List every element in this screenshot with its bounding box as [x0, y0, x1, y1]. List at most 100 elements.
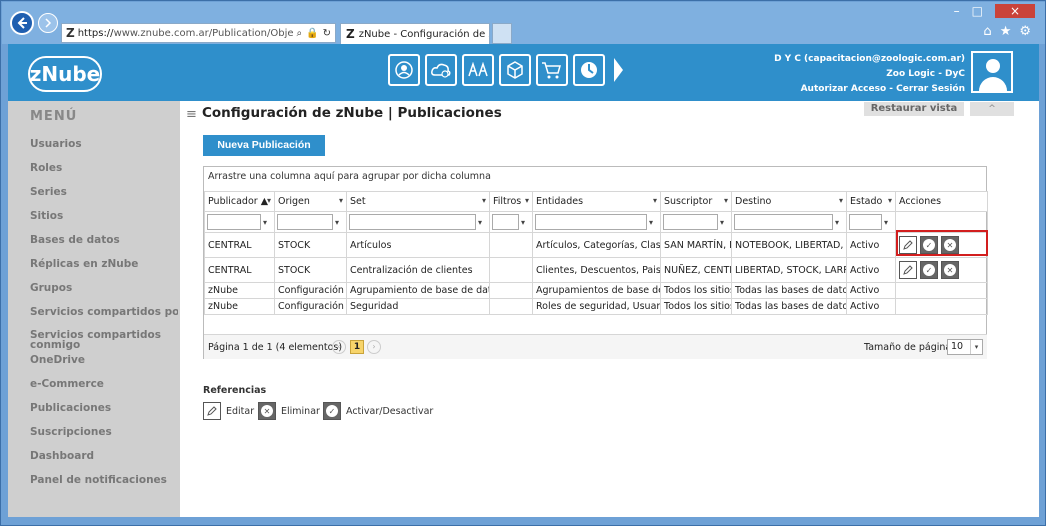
column-header-set[interactable]: Set ▾ [346, 191, 490, 212]
cart-module-icon[interactable] [536, 54, 568, 86]
legend-toggle: ✓ Activar/Desactivar [323, 402, 433, 420]
cloud-settings-module-icon[interactable] [425, 54, 457, 86]
filter-icon[interactable]: ▾ [525, 196, 529, 205]
table-row[interactable]: zNube Configuración Seguridad Roles de s… [204, 298, 988, 315]
new-tab-button[interactable] [492, 23, 512, 44]
page-size-label: Tamaño de página: [864, 342, 955, 353]
refresh-icon[interactable]: ↻ [323, 28, 331, 39]
filter-input-estado[interactable] [849, 214, 882, 230]
filter-icon[interactable]: ▾ [335, 218, 339, 227]
sidebar-item-bases-de-datos[interactable]: Bases de datos [30, 234, 178, 246]
sidebar-item-panel-notificaciones[interactable]: Panel de notificaciones [30, 474, 178, 486]
home-icon[interactable]: ⌂ [983, 24, 991, 39]
sidebar-item-servicios-compartidos-por-mi[interactable]: Servicios compartidos por mi [30, 306, 178, 318]
star-icon[interactable]: ★ [1000, 24, 1012, 39]
legend-edit-label: Editar [226, 405, 255, 417]
prev-page-button[interactable]: ‹ [332, 340, 346, 354]
user-links[interactable]: Autorizar Acceso - Cerrar Sesión [774, 82, 965, 97]
cell-origen: Configuración [274, 282, 347, 299]
modules-next-icon[interactable] [614, 58, 623, 82]
page-size-select[interactable]: 10 ▾ [947, 339, 983, 355]
toggle-active-button[interactable]: ✓ [920, 261, 938, 279]
filter-icon[interactable]: ▾ [720, 218, 724, 227]
table-row[interactable]: CENTRAL STOCK Artículos Artículos, Categ… [204, 232, 988, 258]
app-viewport: zNube D Y C (capacitacion@zoologic.com.a… [8, 44, 1039, 517]
column-header-publicador[interactable]: Publicador ▲ ▾ [204, 191, 275, 212]
minimize-button[interactable]: – [954, 4, 960, 18]
filter-icon[interactable]: ▾ [839, 196, 843, 205]
edit-button[interactable] [899, 261, 917, 279]
column-header-filtros[interactable]: Filtros ▾ [489, 191, 533, 212]
column-header-origen[interactable]: Origen ▾ [274, 191, 347, 212]
filter-input-suscriptor[interactable] [663, 214, 718, 230]
cell-suscriptor: Todos los sitios [660, 298, 732, 315]
sidebar-item-publicaciones[interactable]: Publicaciones [30, 402, 178, 414]
avatar[interactable] [971, 51, 1013, 93]
filter-icon[interactable]: ▾ [482, 196, 486, 205]
clock-module-icon[interactable] [573, 54, 605, 86]
filter-input-filtros[interactable] [492, 214, 519, 230]
main-content: ≡ Configuración de zNube | Publicaciones… [180, 101, 1039, 517]
filter-icon[interactable]: ▾ [339, 196, 343, 205]
cube-module-icon[interactable] [499, 54, 531, 86]
filter-icon[interactable]: ▾ [888, 196, 892, 205]
sidebar-item-usuarios[interactable]: Usuarios [30, 138, 178, 150]
filter-icon[interactable]: ▾ [835, 218, 839, 227]
filter-icon[interactable]: ▾ [267, 196, 271, 205]
sidebar-item-sitios[interactable]: Sitios [30, 210, 178, 222]
legend-toggle-label: Activar/Desactivar [346, 405, 434, 417]
filter-input-publicador[interactable] [207, 214, 261, 230]
collapse-header-button[interactable]: ^ [970, 102, 1014, 116]
lock-icon: 🔒 [306, 27, 319, 39]
close-window-button[interactable]: × [995, 4, 1035, 18]
column-header-destino[interactable]: Destino ▾ [731, 191, 847, 212]
sidebar-item-servicios-compartidos-conmigo[interactable]: Servicios compartidos conmigo [30, 330, 178, 350]
filter-icon[interactable]: ▾ [478, 218, 482, 227]
font-module-icon[interactable] [462, 54, 494, 86]
sidebar-item-suscripciones[interactable]: Suscripciones [30, 426, 178, 438]
chevron-down-icon[interactable]: ▾ [970, 340, 982, 354]
filter-input-set[interactable] [349, 214, 476, 230]
hamburger-menu-icon[interactable]: ≡ [186, 107, 197, 122]
cell-origen: STOCK [274, 257, 347, 283]
next-page-button[interactable]: › [367, 340, 381, 354]
gear-icon[interactable]: ⚙ [1019, 24, 1031, 39]
column-header-estado[interactable]: Estado ▾ [846, 191, 896, 212]
cell-suscriptor: NUÑEZ, CENTRA [660, 257, 732, 283]
filter-icon[interactable]: ▾ [653, 196, 657, 205]
filter-icon[interactable]: ▾ [649, 218, 653, 227]
forward-button[interactable] [38, 13, 58, 33]
cell-publicador: zNube [204, 282, 275, 299]
sidebar-item-roles[interactable]: Roles [30, 162, 178, 174]
page-1-button[interactable]: 1 [350, 340, 364, 354]
address-bar[interactable]: Z https://www.znube.com.ar/Publication/O… [61, 23, 336, 43]
new-publication-button[interactable]: Nueva Publicación [203, 135, 325, 156]
browser-tab[interactable]: Z zNube - Configuración de z... × [340, 23, 490, 44]
sidebar-item-onedrive[interactable]: OneDrive [30, 354, 178, 366]
sidebar-item-replicas[interactable]: Réplicas en zNube [30, 258, 178, 270]
sidebar-item-series[interactable]: Series [30, 186, 178, 198]
column-header-entidades[interactable]: Entidades ▾ [532, 191, 661, 212]
avatar-head [986, 59, 1000, 73]
table-row[interactable]: CENTRAL STOCK Centralización de clientes… [204, 257, 988, 283]
filter-icon[interactable]: ▾ [884, 218, 888, 227]
sidebar-item-ecommerce[interactable]: e-Commerce [30, 378, 178, 390]
znube-logo[interactable]: zNube [28, 56, 102, 92]
delete-button[interactable]: ✕ [941, 261, 959, 279]
filter-icon[interactable]: ▾ [724, 196, 728, 205]
search-icon[interactable]: ⌕ [297, 28, 303, 39]
table-row[interactable]: zNube Configuración Agrupamiento de base… [204, 282, 988, 299]
sidebar-item-grupos[interactable]: Grupos [30, 282, 178, 294]
restore-view-button[interactable]: Restaurar vista [864, 102, 964, 116]
filter-input-entidades[interactable] [535, 214, 647, 230]
group-panel-hint[interactable]: Arrastre una columna aquí para agrupar p… [208, 171, 491, 182]
column-header-suscriptor[interactable]: Suscriptor ▾ [660, 191, 732, 212]
filter-icon[interactable]: ▾ [521, 218, 525, 227]
back-button[interactable] [10, 11, 34, 35]
filter-input-destino[interactable] [734, 214, 833, 230]
filter-icon[interactable]: ▾ [263, 218, 267, 227]
users-module-icon[interactable] [388, 54, 420, 86]
maximize-button[interactable]: □ [972, 4, 983, 18]
filter-input-origen[interactable] [277, 214, 333, 230]
sidebar-item-dashboard[interactable]: Dashboard [30, 450, 178, 462]
